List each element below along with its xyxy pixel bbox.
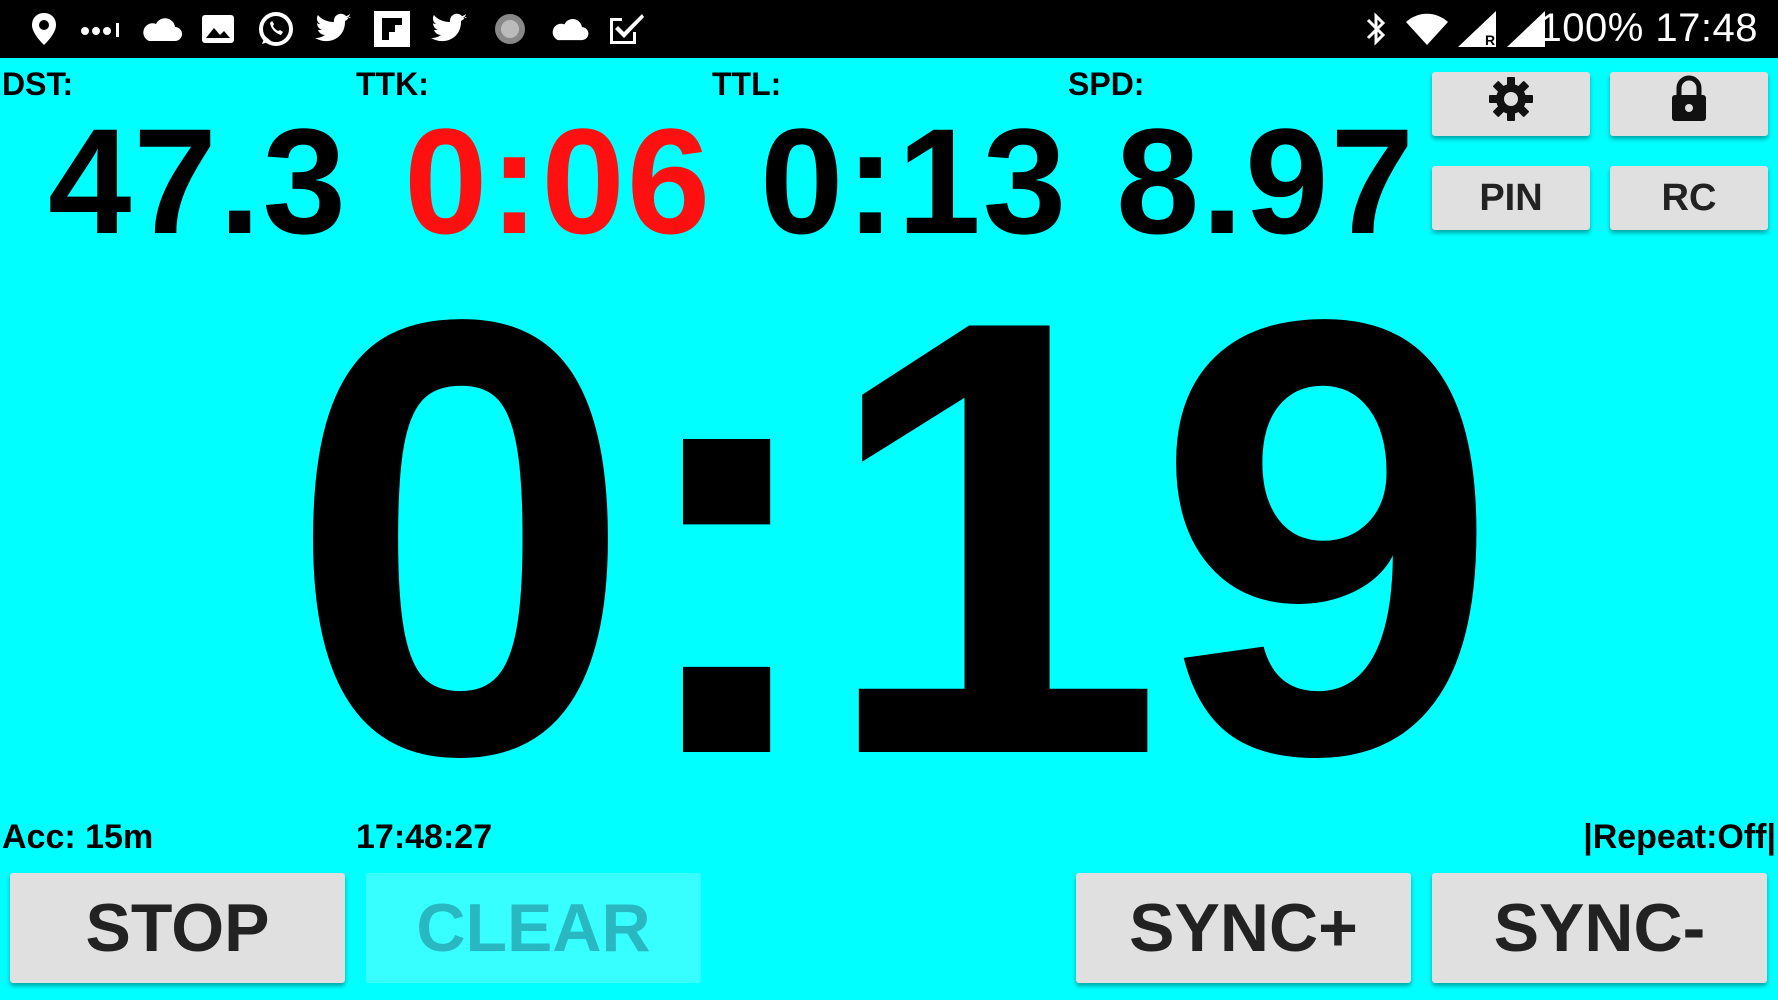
clock-text: 17:48	[1655, 6, 1758, 50]
lock-icon	[1669, 75, 1709, 133]
svg-text:R: R	[1485, 32, 1495, 47]
battery-and-clock: 100% 17:48	[1539, 6, 1758, 51]
battery-text: 100%	[1539, 6, 1644, 50]
loading-circle-icon	[490, 10, 530, 48]
cloud-icon	[546, 10, 592, 48]
countdown-timer: 0:19	[288, 192, 1500, 884]
bluetooth-icon	[1360, 10, 1392, 48]
clear-button[interactable]: CLEAR	[366, 873, 701, 983]
repeat-label: |Repeat:Off|	[1583, 818, 1776, 856]
more-dots-icon	[78, 10, 128, 48]
clock-label: 17:48:27	[356, 818, 493, 856]
sync-minus-button[interactable]: SYNC-	[1432, 873, 1767, 983]
accuracy-label: Acc: 15m	[2, 818, 154, 856]
image-icon	[198, 10, 238, 48]
twitter-icon	[430, 10, 470, 48]
flipboard-icon	[372, 10, 412, 48]
sync-plus-button[interactable]: SYNC+	[1076, 873, 1411, 983]
status-bar: R 100% 17:48	[0, 0, 1778, 58]
wifi-icon	[1404, 10, 1450, 48]
whatsapp-icon	[256, 10, 296, 48]
rc-button[interactable]: RC	[1610, 166, 1768, 230]
stop-button[interactable]: STOP	[10, 873, 345, 983]
signal-roaming-icon: R	[1456, 10, 1502, 48]
lock-button[interactable]	[1610, 72, 1768, 136]
location-pin-icon	[24, 10, 64, 48]
gear-icon	[1487, 75, 1535, 133]
settings-button[interactable]	[1432, 72, 1590, 136]
app-content: DST: TTK: TTL: SPD: 47.3 0:06 0:13 8.97	[0, 58, 1778, 1000]
check-bolt-icon	[606, 10, 646, 48]
cloud-icon	[138, 10, 184, 48]
twitter-icon	[314, 10, 354, 48]
